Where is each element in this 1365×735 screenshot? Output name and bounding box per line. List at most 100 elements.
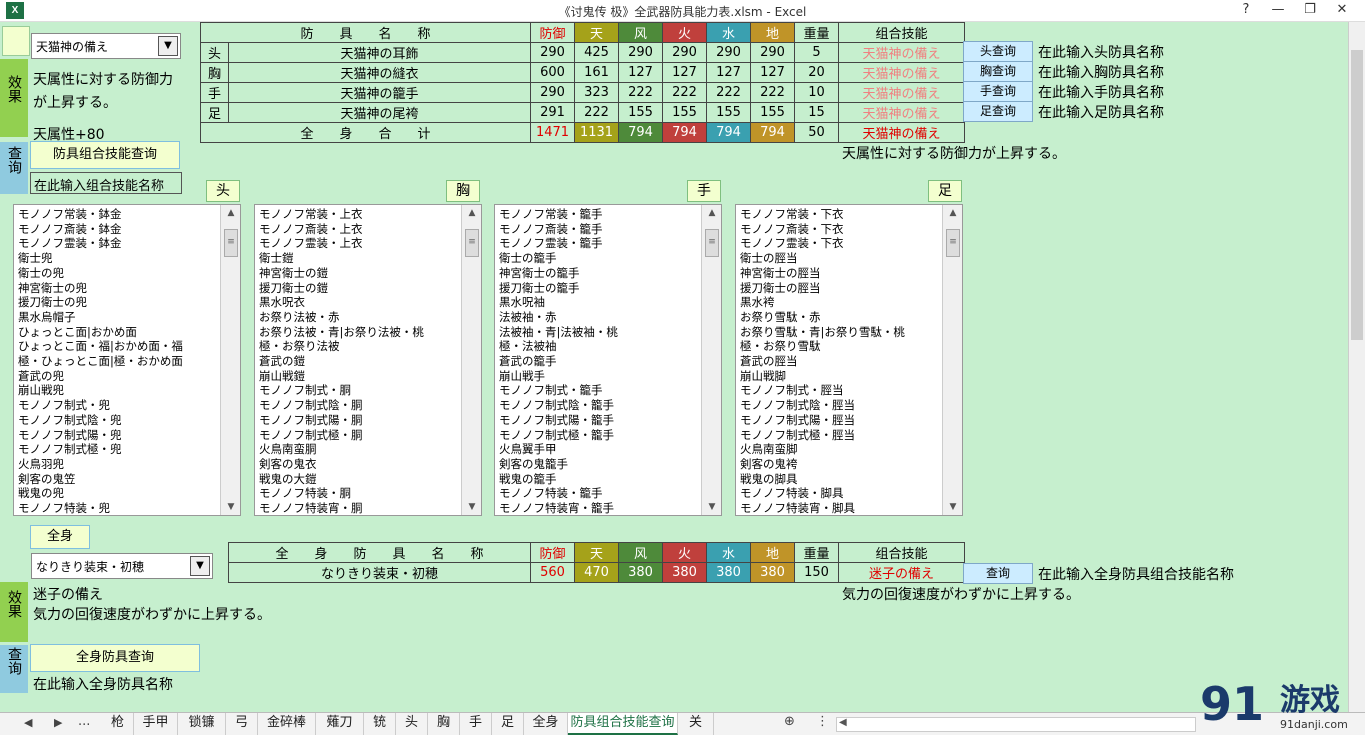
tab-6[interactable]: 铳 [364, 713, 396, 735]
restore-icon[interactable]: ❐ [1294, 0, 1326, 22]
list-item[interactable]: お祭り法被・赤 [259, 310, 459, 325]
tab-5[interactable]: 薙刀 [316, 713, 364, 735]
list-item[interactable]: 蒼武の兜 [18, 369, 218, 384]
chest-list-items[interactable]: モノノフ常装・上衣 モノノフ斎装・上衣 モノノフ霊装・上衣 衛士鎧 神宮衛士の鎧 援刀衛士… [259, 207, 459, 515]
dropdown-arrow-icon[interactable]: ▼ [190, 556, 210, 576]
list-item[interactable]: 援刀衛士の兜 [18, 295, 218, 310]
list-item[interactable]: モノノフ霊装・下衣 [740, 236, 940, 251]
tab-options-icon[interactable]: ⋮ [816, 714, 829, 729]
hand-input-hint[interactable]: 在此输入手防具名称 [1038, 82, 1164, 102]
list-item[interactable]: 崩山戦手 [499, 369, 699, 384]
list-item[interactable]: 衛士の脛当 [740, 251, 940, 266]
foot-list-scrollbar[interactable]: ▲ ≡ ▼ [942, 205, 962, 515]
list-item[interactable]: モノノフ制式・胴 [259, 383, 459, 398]
head-listbox[interactable]: モノノフ常装・鉢金 モノノフ斎装・鉢金 モノノフ霊装・鉢金 衛士兜 衛士の兜 神宮衛士の兜… [13, 204, 241, 516]
list-item[interactable]: 蒼武の脛当 [740, 354, 940, 369]
list-item[interactable]: 剣客の鬼衣 [259, 457, 459, 472]
list-item[interactable]: 衛士の籠手 [499, 251, 699, 266]
tab-scroll-left-icon[interactable]: ◀ [24, 716, 32, 729]
tab-2[interactable]: 锁镰 [178, 713, 226, 735]
scroll-up-icon[interactable]: ▲ [943, 205, 962, 221]
list-item[interactable]: モノノフ斎装・籠手 [499, 222, 699, 237]
list-item[interactable]: モノノフ霊装・籠手 [499, 236, 699, 251]
sheet-vertical-scrollbar[interactable] [1348, 22, 1365, 712]
list-item[interactable]: 極・お祭り法被 [259, 339, 459, 354]
list-item[interactable]: モノノフ常装・鉢金 [18, 207, 218, 222]
list-item[interactable]: モノノフ制式陽・籠手 [499, 413, 699, 428]
ribbon-display-icon[interactable]: ? [1230, 0, 1262, 22]
list-item[interactable]: モノノフ制式極・脛当 [740, 428, 940, 443]
scroll-down-icon[interactable]: ▼ [943, 499, 962, 515]
head-input-hint[interactable]: 在此输入头防具名称 [1038, 42, 1164, 62]
list-item[interactable]: モノノフ制式陰・胴 [259, 398, 459, 413]
horizontal-scrollbar[interactable]: ◀ [836, 717, 1196, 732]
head-list-items[interactable]: モノノフ常装・鉢金 モノノフ斎装・鉢金 モノノフ霊装・鉢金 衛士兜 衛士の兜 神宮衛士の兜… [18, 207, 218, 515]
list-item[interactable]: 黒水烏帽子 [18, 310, 218, 325]
tab-4[interactable]: 金碎棒 [258, 713, 316, 735]
list-item[interactable]: モノノフ制式陰・籠手 [499, 398, 699, 413]
list-item[interactable]: モノノフ制式極・胴 [259, 428, 459, 443]
list-item[interactable]: 極・お祭り雪駄 [740, 339, 940, 354]
hscroll-left-icon[interactable]: ◀ [839, 717, 847, 728]
list-item[interactable]: モノノフ斎装・上衣 [259, 222, 459, 237]
full-body-dropdown[interactable]: なりきり装束・初穂 ▼ [31, 553, 213, 579]
list-item[interactable]: 援刀衛士の籠手 [499, 281, 699, 296]
tab-13[interactable]: 关 [678, 713, 714, 735]
list-item[interactable]: モノノフ常装・下衣 [740, 207, 940, 222]
list-item[interactable]: モノノフ制式陰・脛当 [740, 398, 940, 413]
chest-input-hint[interactable]: 在此输入胸防具名称 [1038, 62, 1164, 82]
tab-3[interactable]: 弓 [226, 713, 258, 735]
list-item[interactable]: ひょっとこ面|おかめ面 [18, 325, 218, 340]
combo-query-button[interactable]: 防具组合技能查询 [30, 141, 180, 169]
add-sheet-icon[interactable]: ⊕ [784, 714, 795, 729]
scroll-down-icon[interactable]: ▼ [221, 499, 240, 515]
dropdown-arrow-icon[interactable]: ▼ [158, 36, 178, 56]
list-item[interactable]: 神宮衛士の籠手 [499, 266, 699, 281]
set-dropdown[interactable]: 天猫神の備え ▼ [31, 33, 181, 59]
tab-1[interactable]: 手甲 [134, 713, 178, 735]
list-item[interactable]: モノノフ制式陽・脛当 [740, 413, 940, 428]
list-item[interactable]: 衛士鎧 [259, 251, 459, 266]
scroll-down-icon[interactable]: ▼ [702, 499, 721, 515]
list-item[interactable]: 剣客の鬼袴 [740, 457, 940, 472]
list-item[interactable]: モノノフ制式陰・兜 [18, 413, 218, 428]
scroll-up-icon[interactable]: ▲ [702, 205, 721, 221]
list-item[interactable]: モノノフ斎装・鉢金 [18, 222, 218, 237]
chest-query-button[interactable]: 胸查询 [963, 61, 1033, 82]
tab-0[interactable]: 枪 [102, 713, 134, 735]
list-item[interactable]: モノノフ斎装・下衣 [740, 222, 940, 237]
full-body-input-hint[interactable]: 在此输入全身防具名称 [33, 674, 173, 694]
hand-listbox[interactable]: モノノフ常装・籠手 モノノフ斎装・籠手 モノノフ霊装・籠手 衛士の籠手 神宮衛士の籠手援… [494, 204, 722, 516]
list-item[interactable]: 援刀衛士の鎧 [259, 281, 459, 296]
list-item[interactable]: 蒼武の籠手 [499, 354, 699, 369]
list-item[interactable]: モノノフ特装・兜 [18, 501, 218, 515]
list-item[interactable]: 崩山戦鎧 [259, 369, 459, 384]
list-item[interactable]: 衛士の兜 [18, 266, 218, 281]
list-item[interactable]: モノノフ制式・脛当 [740, 383, 940, 398]
foot-list-items[interactable]: モノノフ常装・下衣 モノノフ斎装・下衣 モノノフ霊装・下衣 衛士の脛当 神宮衛士の脛当援… [740, 207, 940, 515]
chest-list-scrollbar[interactable]: ▲ ≡ ▼ [461, 205, 481, 515]
list-item[interactable]: モノノフ制式極・籠手 [499, 428, 699, 443]
list-item[interactable]: 火鳥翼手甲 [499, 442, 699, 457]
list-item[interactable]: 火鳥南蛮胴 [259, 442, 459, 457]
list-item[interactable]: モノノフ制式陽・兜 [18, 428, 218, 443]
list-item[interactable]: 剣客の鬼笠 [18, 472, 218, 487]
list-item[interactable]: 黒水呪袖 [499, 295, 699, 310]
list-item[interactable]: モノノフ制式極・兜 [18, 442, 218, 457]
list-item[interactable]: モノノフ霊装・鉢金 [18, 236, 218, 251]
list-item[interactable]: 極・ひょっとこ面|極・おかめ面 [18, 354, 218, 369]
full-body-query-button[interactable]: 全身防具查询 [30, 644, 200, 672]
list-item[interactable]: 戦鬼の兜 [18, 486, 218, 501]
list-item[interactable]: モノノフ霊装・上衣 [259, 236, 459, 251]
list-item[interactable]: 崩山戦兜 [18, 383, 218, 398]
list-item[interactable]: 黒水呪衣 [259, 295, 459, 310]
tab-11[interactable]: 全身 [524, 713, 568, 735]
foot-input-hint[interactable]: 在此输入足防具名称 [1038, 102, 1164, 122]
list-item[interactable]: 神宮衛士の脛当 [740, 266, 940, 281]
list-item[interactable]: モノノフ特装・胴 [259, 486, 459, 501]
close-icon[interactable]: ✕ [1326, 0, 1358, 22]
list-item[interactable]: 戦鬼の大鎧 [259, 472, 459, 487]
full-skill-input-hint[interactable]: 在此输入全身防具组合技能名称 [1038, 564, 1234, 584]
list-item[interactable]: お祭り雪駄・赤 [740, 310, 940, 325]
chest-listbox[interactable]: モノノフ常装・上衣 モノノフ斎装・上衣 モノノフ霊装・上衣 衛士鎧 神宮衛士の鎧 援刀衛士… [254, 204, 482, 516]
